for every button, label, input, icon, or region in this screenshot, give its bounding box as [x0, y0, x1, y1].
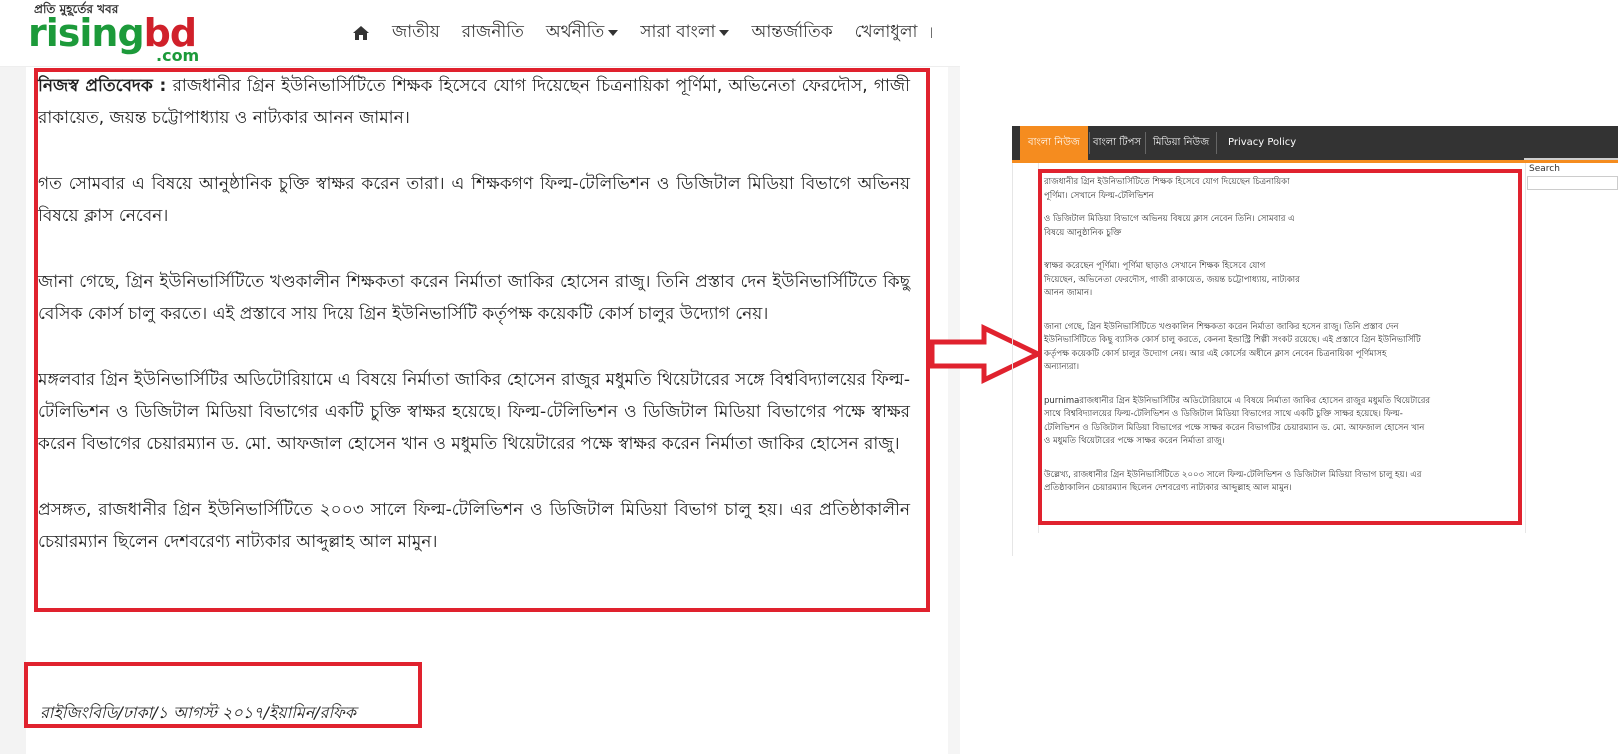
nav-label: সারা বাংলা — [640, 22, 716, 42]
copied-line: ও মধুমতি থিয়েটারের পক্ষে সাক্ষর করেন নি… — [1044, 436, 1225, 446]
paragraph-text: রাজধানীর গ্রিন ইউনিভার্সিটিতে শিক্ষক হিস… — [38, 76, 910, 128]
copied-line: টেলিভিশন ও ডিজিটাল মিডিয়া বিভাগের পক্ষে… — [1044, 422, 1425, 433]
logo-domain: .com — [156, 46, 200, 65]
nav-label: জাতীয় — [392, 22, 440, 42]
page-left-border — [1012, 163, 1013, 556]
byline: নিজস্ব প্রতিবেদক : — [38, 76, 167, 96]
tab-media-news[interactable]: মিডিয়া নিউজ — [1145, 126, 1217, 160]
source-page: প্রতি মুহূর্তের খবর risingbd .com জাতীয়… — [0, 0, 960, 754]
nav-overflow-edge: । — [928, 20, 932, 42]
nav-label: খেলাধুলা — [854, 22, 918, 42]
home-icon[interactable] — [352, 25, 370, 41]
article-signature: রাইজিংবিডি/ঢাকা/১ আগস্ট ২০১৭/ইয়ামিন/রফি… — [40, 703, 356, 722]
tab-bangla-news[interactable]: বাংলা নিউজ — [1020, 126, 1088, 160]
nav-label: রাজনীতি — [461, 22, 524, 42]
nav-item-politics[interactable]: রাজনীতি — [462, 19, 524, 47]
page-side-gutter — [0, 0, 26, 754]
nav-item-international[interactable]: আন্তর্জাতিক — [751, 19, 832, 47]
copied-line: জানা গেছে, গ্রিন ইউনিভার্সিটিতে খণ্ডকালি… — [1044, 321, 1399, 332]
copied-line: purnimaরাজধানীর গ্রিন ইউনিভার্সিটির অডিট… — [1044, 395, 1431, 406]
caret-down-icon — [719, 30, 730, 36]
copied-line: দিয়েছেন, অভিনেতা ফেরদৌস, গাজী রাকায়েত,… — [1044, 274, 1300, 285]
copied-line: প্রতিষ্ঠাকালিন চেয়ারম্যান ছিলেন দেশবরেণ… — [1044, 483, 1292, 493]
main-nav: জাতীয় রাজনীতি অর্থনীতি সারা বাংলা আন্তর… — [352, 18, 917, 48]
nav-item-country[interactable]: সারা বাংলা — [640, 19, 730, 47]
copied-paragraph: জানা গেছে, গ্রিন ইউনিভার্সিটিতে খণ্ডকালি… — [1044, 321, 1506, 375]
copied-line: রাজধানীর গ্রিন ইউনিভার্সিটিতে শিক্ষক হিস… — [1044, 177, 1290, 187]
caret-down-icon — [608, 30, 619, 36]
copied-paragraph: purnimaরাজধানীর গ্রিন ইউনিভার্সিটির অডিট… — [1044, 395, 1506, 449]
copied-site-navbar: বাংলা নিউজ বাংলা টিপস মিডিয়া নিউজ Priva… — [1012, 126, 1618, 160]
search-label: Search — [1529, 164, 1560, 174]
article-paragraph: নিজস্ব প্রতিবেদক : রাজধানীর গ্রিন ইউনিভা… — [38, 70, 910, 134]
article-paragraph: গত সোমবার এ বিষয়ে আনুষ্ঠানিক চুক্তি স্ব… — [38, 174, 910, 226]
nav-label: আন্তর্জাতিক — [751, 22, 833, 42]
article-paragraph: জানা গেছে, গ্রিন ইউনিভার্সিটিতে খণ্ডকালী… — [38, 272, 910, 324]
copied-line: পূর্ণিমা। সেখানে ফিল্ম-টেলিভিশন — [1044, 190, 1154, 201]
nav-label: অর্থনীতি — [545, 22, 605, 42]
copied-paragraph: ও ডিজিটাল মিডিয়া বিভাগে অভিনয় বিষয়ে ক… — [1044, 213, 1506, 240]
tab-bangla-tips[interactable]: বাংলা টিপস — [1085, 126, 1149, 160]
nav-item-sports[interactable]: খেলাধুলা — [855, 19, 918, 47]
copied-line: ও ডিজিটাল মিডিয়া বিভাগে অভিনয় বিষয়ে ক… — [1044, 214, 1295, 224]
copied-line: সাথে বিশ্ববিদ্যালয়ের ফিল্ম-টেলিভিশন ও ড… — [1044, 409, 1403, 419]
article-body: নিজস্ব প্রতিবেদক : রাজধানীর গ্রিন ইউনিভা… — [38, 70, 910, 592]
logo-word-main: rising — [28, 11, 145, 55]
copied-paragraph: রাজধানীর গ্রিন ইউনিভার্সিটিতে শিক্ষক হিস… — [1044, 176, 1506, 203]
site-header: প্রতি মুহূর্তের খবর risingbd .com জাতীয়… — [0, 0, 960, 67]
risingbd-logo[interactable]: প্রতি মুহূর্তের খবর risingbd .com — [28, 0, 208, 66]
article-paragraph: মঙ্গলবার গ্রিন ইউনিভার্সিটির অডিটোরিয়াম… — [38, 370, 910, 454]
copied-line: স্বাক্ষর করেছেন পূর্ণিমা। পূর্ণিমা ছাড়া… — [1044, 261, 1266, 271]
copied-line: ইউনিভার্সিটিতে কিছু ব্যাসিক কোর্স চালু ক… — [1044, 335, 1421, 345]
search-input[interactable] — [1527, 176, 1618, 190]
copied-paragraph: উল্লেখ্য, রাজধানীর গ্রিন ইউনিভার্সিটিতে … — [1044, 469, 1506, 496]
sidebar-divider — [1524, 158, 1618, 160]
nav-item-economy[interactable]: অর্থনীতি — [545, 19, 619, 47]
copied-line: উল্লেখ্য, রাজধানীর গ্রিন ইউনিভার্সিটিতে … — [1044, 469, 1422, 480]
copied-line: অন্যান্যরা। — [1044, 362, 1080, 372]
article-paragraph: প্রসঙ্গত, রাজধানীর গ্রিন ইউনিভার্সিটিতে … — [38, 500, 910, 552]
copied-paragraph: স্বাক্ষর করেছেন পূর্ণিমা। পূর্ণিমা ছাড়া… — [1044, 260, 1506, 301]
copied-page: বাংলা নিউজ বাংলা টিপস মিডিয়া নিউজ Priva… — [1012, 126, 1618, 556]
copied-line: আনন জামান। — [1044, 288, 1093, 298]
copied-line: কর্তৃপক্ষ কয়েকটি কোর্স চালুর উদ্যোগ নেয… — [1044, 348, 1387, 359]
copied-line: বিষয়ে আনুষ্ঠানিক চুক্তি — [1044, 227, 1122, 238]
copied-article-body: রাজধানীর গ্রিন ইউনিভার্সিটিতে শিক্ষক হিস… — [1044, 176, 1506, 506]
tab-privacy-policy[interactable]: Privacy Policy — [1220, 126, 1304, 160]
tab-divider — [1216, 132, 1217, 154]
nav-item-national[interactable]: জাতীয় — [392, 19, 440, 47]
